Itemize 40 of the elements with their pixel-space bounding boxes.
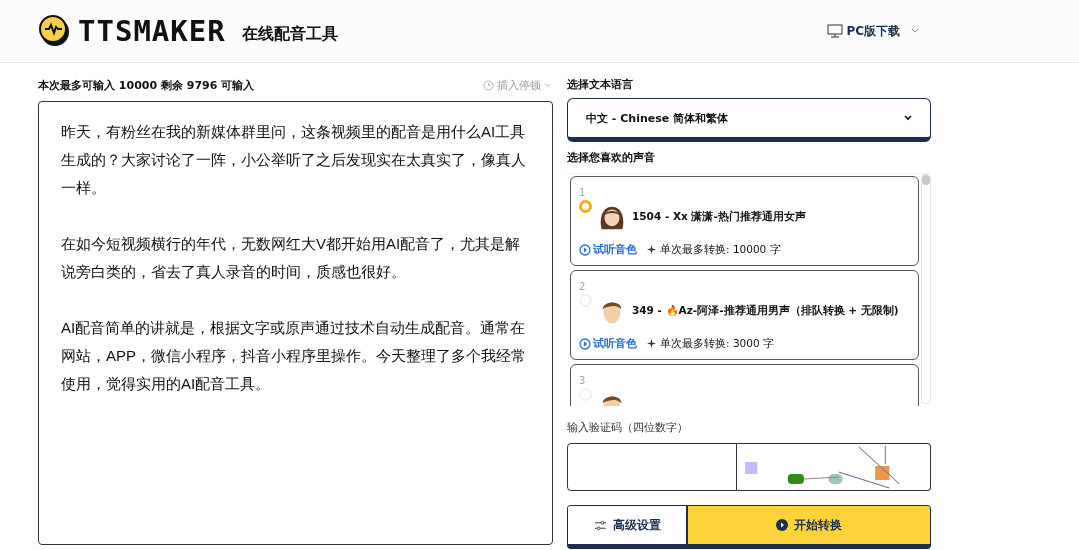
voice-card[interactable]: 1 1504 - Xx 潇潇-热门推荐通用女声 试听音色 单次最多转换: 10000 字 — [570, 176, 919, 266]
input-limit-text: 本次最多可输入 10000 剩余 9796 可输入 — [38, 77, 255, 93]
voice-number: 3 — [579, 375, 586, 386]
text-paragraph: 昨天，有粉丝在我的新媒体群里问，这条视频里的配音是用什么AI工具生成的？大家讨论了一阵，小公举听了之后发现实在太真实了，像真人一样。 — [61, 122, 527, 198]
caret-icon — [544, 82, 551, 88]
advanced-settings-button[interactable]: 高级设置 — [568, 506, 688, 544]
clock-icon — [483, 79, 494, 91]
voice-number: 1 — [579, 187, 586, 198]
language-label: 选择文本语言 — [567, 77, 634, 92]
voice-name: 349 - 🔥Az-阿泽-推荐通用男声（排队转换 + 无限制) — [632, 304, 899, 318]
text-input-field[interactable] — [38, 101, 553, 545]
monitor-icon — [827, 23, 844, 39]
captcha-input-field[interactable] — [567, 443, 737, 491]
play-icon — [579, 337, 591, 350]
scrollbar[interactable] — [921, 174, 931, 404]
download-link[interactable]: PC版下载 — [827, 22, 919, 40]
voice-limit-text: 单次最多转换: 3000 字 — [660, 336, 774, 351]
brand-name: TTSMAKER — [78, 14, 226, 48]
site-subtitle: 在线配音工具 — [241, 23, 338, 45]
voice-label: 选择您喜欢的声音 — [567, 150, 656, 165]
language-select[interactable]: 中文 - Chinese 简体和繁体 — [567, 98, 931, 142]
play-icon — [579, 243, 591, 256]
sliders-icon — [593, 519, 607, 531]
chevron-down-icon — [904, 115, 912, 121]
caret-icon — [911, 28, 919, 34]
text-paragraph: 在如今短视频横行的年代，无数网红大V都开始用AI配音了，尤其是解说旁白类的，省去了真人录音的时间，质感也很好。 — [61, 234, 522, 282]
listen-link[interactable]: 试听音色 — [579, 242, 637, 257]
voice-limit-text: 单次最多转换: 10000 字 — [660, 242, 781, 257]
sparkle-icon — [647, 245, 656, 254]
voice-number: 2 — [579, 281, 586, 292]
start-convert-button[interactable]: 开始转换 — [688, 506, 930, 544]
play-icon — [776, 519, 788, 531]
voice-card[interactable]: 2 349 - 🔥Az-阿泽-推荐通用男声（排队转换 + 无限制) 试听音色 单次最多转换: 3000 字 — [570, 270, 919, 360]
captcha-label: 输入验证码（四位数字） — [567, 420, 689, 435]
logo-icon — [38, 15, 72, 47]
radio-button[interactable] — [579, 200, 592, 213]
voice-name: 1504 - Xx 潇潇-热门推荐通用女声 — [632, 210, 806, 224]
sparkle-icon — [647, 339, 656, 348]
text-paragraph: AI配音简单的讲就是，根据文字或原声通过技术自动生成配音。通常在网站，APP，微信小程序，抖音小程序里操作。今天整理了多个我经常使用，觉得实用的AI配音工具。 — [61, 318, 527, 394]
listen-link[interactable]: 试听音色 — [579, 336, 637, 351]
